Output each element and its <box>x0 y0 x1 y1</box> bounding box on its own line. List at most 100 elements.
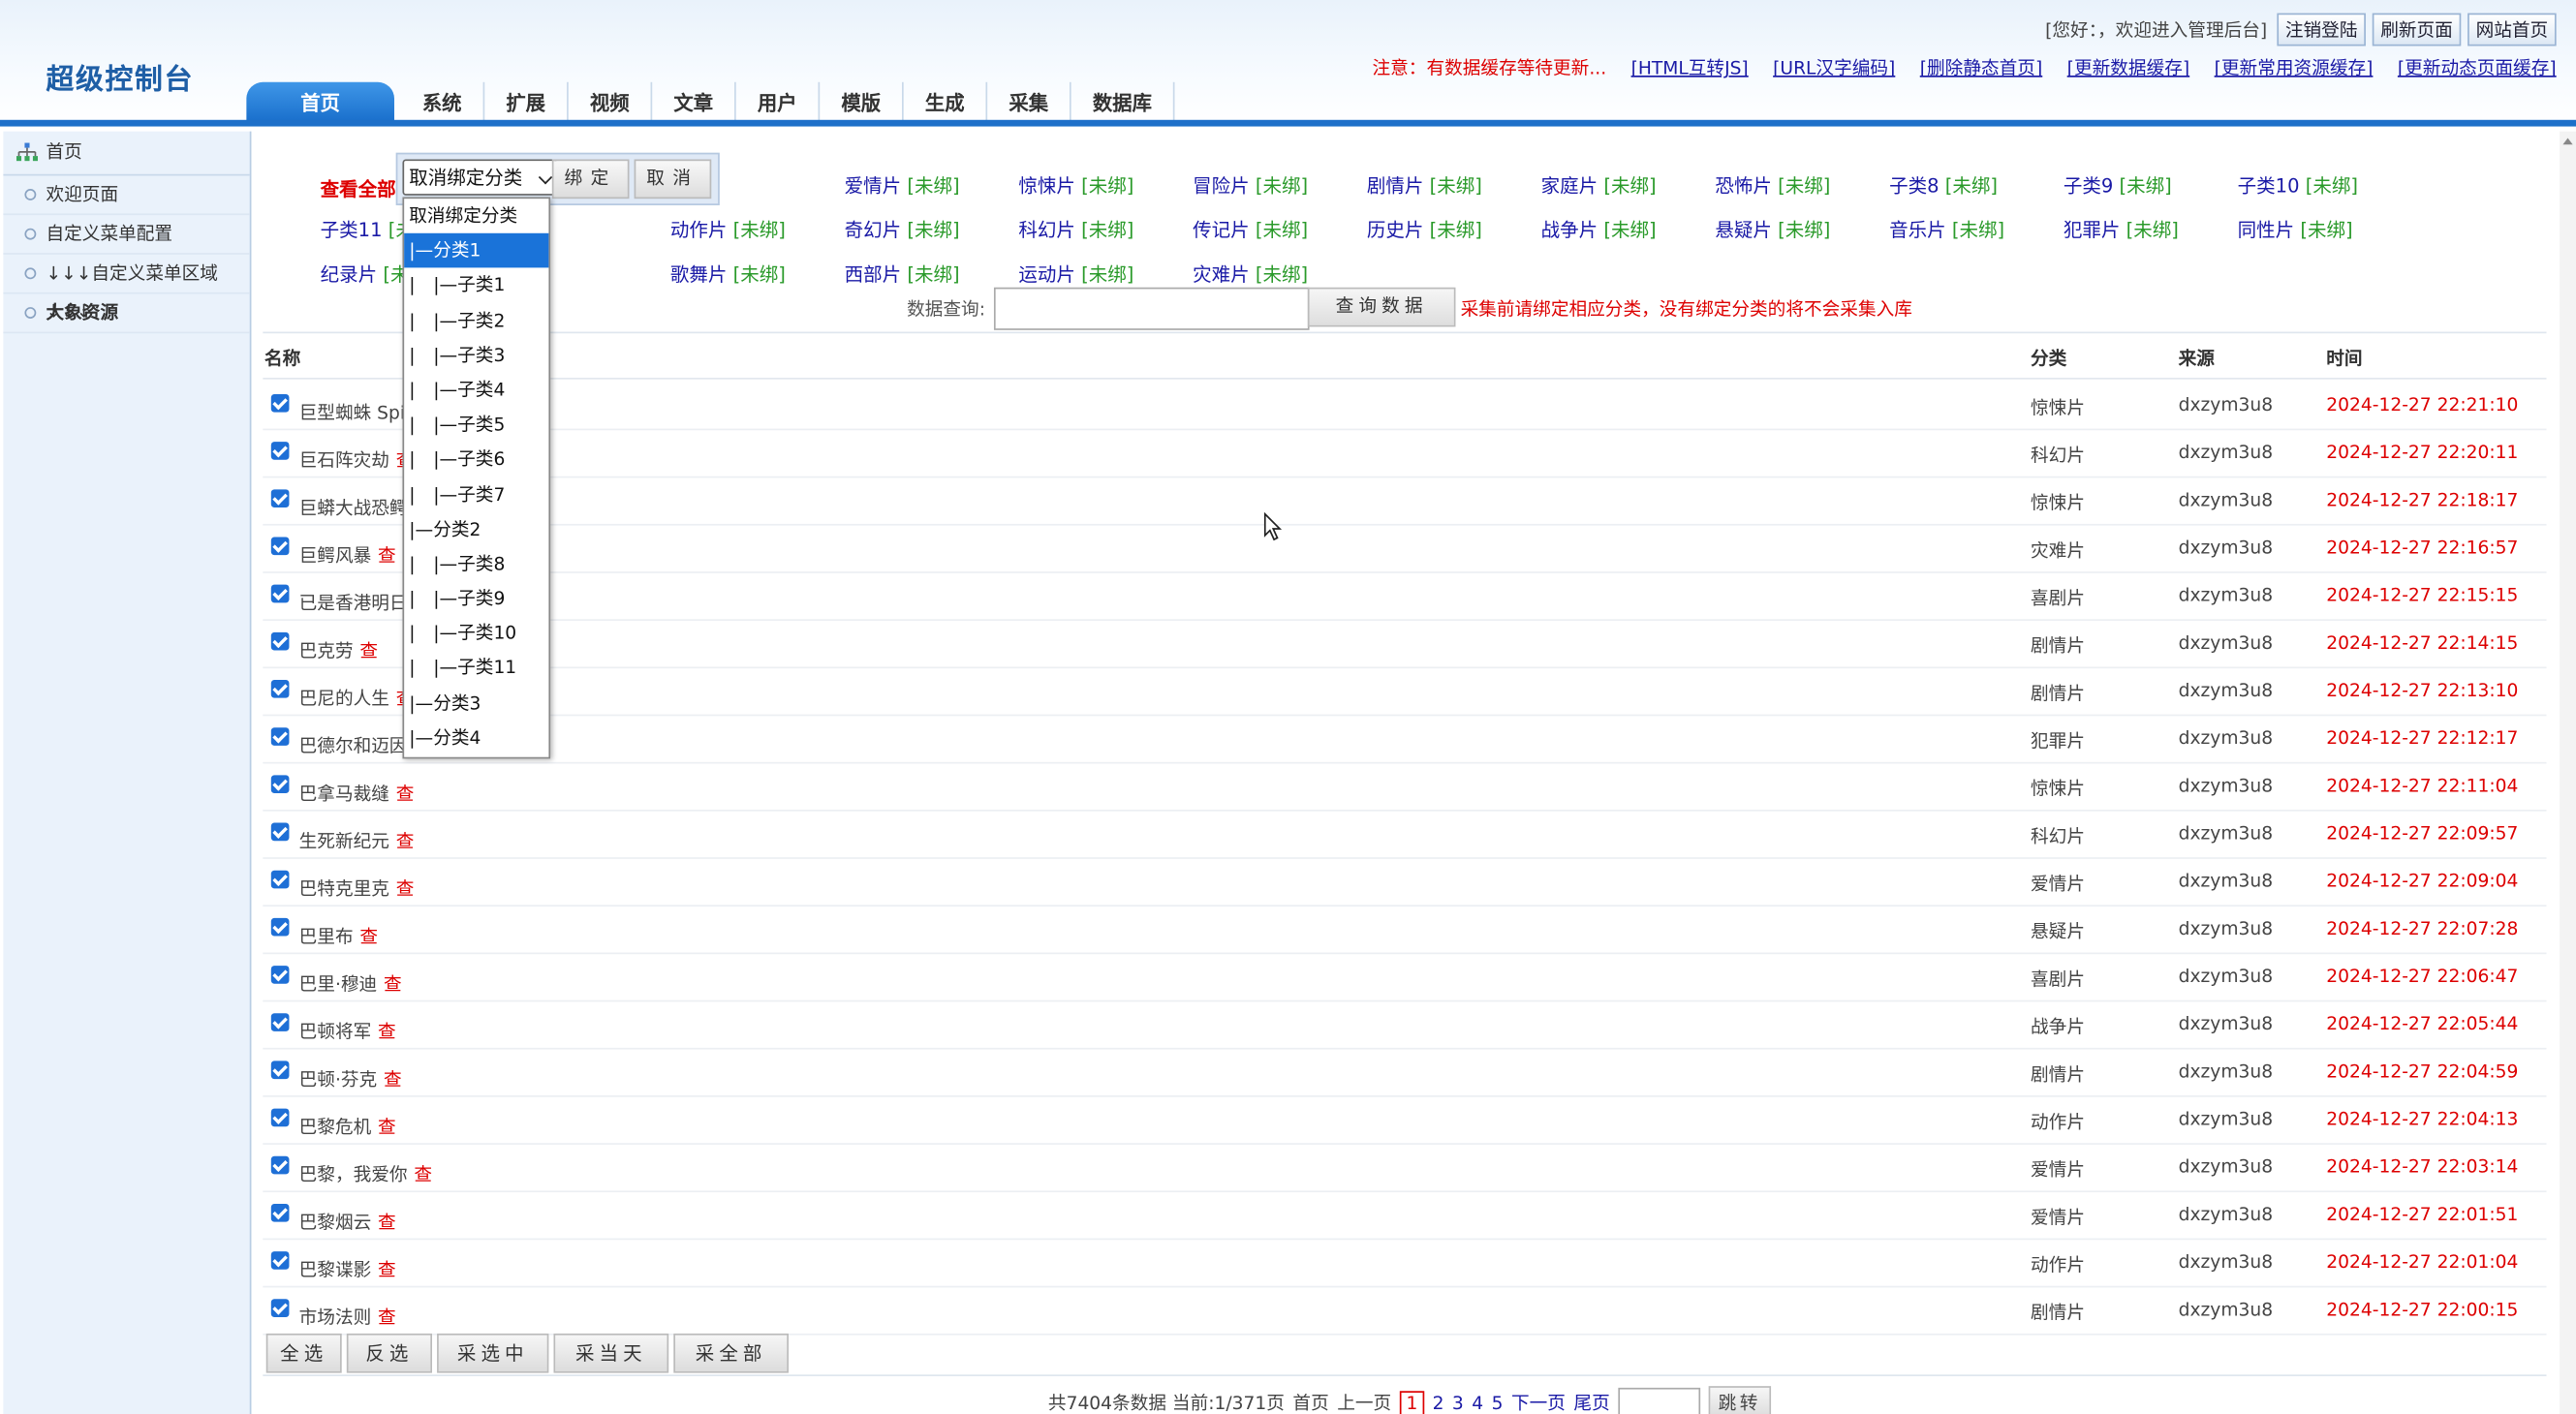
category-item[interactable]: 西部片 [未绑] <box>845 261 960 288</box>
sidebar-head[interactable]: 首页 <box>3 132 250 176</box>
sidebar-item-daxiang[interactable]: 大象资源 <box>3 294 250 334</box>
bind-option[interactable]: | |—子类1 <box>404 268 548 303</box>
category-item[interactable]: 犯罪片 [未绑] <box>2064 217 2179 243</box>
category-name[interactable]: 运动片 <box>1018 262 1075 286</box>
category-name[interactable]: 纪录片 <box>321 262 378 286</box>
tab-template[interactable]: 模版 <box>820 81 904 122</box>
category-item[interactable]: 子类9 [未绑] <box>2064 172 2172 199</box>
sidebar-item-custom-menu[interactable]: 自定义菜单配置 <box>3 215 250 255</box>
bind-option[interactable]: | |—子类3 <box>404 338 548 373</box>
category-item[interactable]: 运动片 [未绑] <box>1018 261 1133 288</box>
category-name[interactable]: 历史片 <box>1367 219 1424 242</box>
row-checkbox[interactable] <box>270 822 290 842</box>
collect-all-button[interactable]: 采全部 <box>673 1333 789 1373</box>
pager-page-1[interactable]: 1 <box>1399 1390 1425 1414</box>
category-item[interactable]: 音乐片 [未绑] <box>1889 217 2004 243</box>
bind-option[interactable]: 取消绑定分类 <box>404 199 548 233</box>
row-checkbox[interactable] <box>270 631 290 651</box>
row-checkbox[interactable] <box>270 489 290 507</box>
category-item[interactable]: 惊悚片 [未绑] <box>1018 172 1133 199</box>
collect-selected-button[interactable]: 采选中 <box>437 1333 549 1373</box>
pager-page-2[interactable]: 2 <box>1433 1392 1444 1413</box>
bind-option[interactable]: | |—子类11 <box>404 651 548 686</box>
category-name[interactable]: 西部片 <box>845 262 902 286</box>
pager-page-5[interactable]: 5 <box>1492 1392 1504 1413</box>
bind-option[interactable]: | |—子类8 <box>404 546 548 581</box>
bind-option[interactable]: |—分类1 <box>404 233 549 269</box>
refresh-button[interactable]: 刷新页面 <box>2372 13 2462 46</box>
category-name[interactable]: 犯罪片 <box>2064 219 2121 242</box>
category-name[interactable]: 剧情片 <box>1367 174 1424 198</box>
row-check-link[interactable]: 查 <box>414 1164 432 1185</box>
category-item[interactable]: 战争片 [未绑] <box>1541 217 1657 243</box>
pager-first[interactable]: 首页 <box>1292 1390 1328 1414</box>
pager-last[interactable]: 尾页 <box>1573 1390 1609 1414</box>
site-home-button[interactable]: 网站首页 <box>2467 13 2557 46</box>
row-check-link[interactable]: 查 <box>384 974 402 996</box>
category-item[interactable]: 动作片 [未绑] <box>670 217 786 243</box>
category-item[interactable]: 剧情片 [未绑] <box>1367 172 1482 199</box>
row-checkbox[interactable] <box>270 584 290 603</box>
category-name[interactable]: 科幻片 <box>1018 219 1075 242</box>
bind-option[interactable]: |—分类3 <box>404 686 548 721</box>
bind-button[interactable]: 绑定 <box>551 159 630 200</box>
bind-option[interactable]: | |—子类5 <box>404 408 548 443</box>
category-name[interactable]: 冒险片 <box>1193 174 1250 198</box>
bind-option[interactable]: | |—子类10 <box>404 616 548 651</box>
sidebar-item-welcome[interactable]: 欢迎页面 <box>3 175 250 216</box>
category-name[interactable]: 子类11 <box>321 219 383 242</box>
row-checkbox[interactable] <box>270 537 290 556</box>
category-name[interactable]: 战争片 <box>1541 219 1598 242</box>
category-item[interactable]: 冒险片 [未绑] <box>1193 172 1308 199</box>
row-checkbox[interactable] <box>270 727 290 746</box>
row-checkbox[interactable] <box>270 393 290 413</box>
category-name[interactable]: 奇幻片 <box>845 219 902 242</box>
bind-option[interactable]: | |—子类7 <box>404 477 548 512</box>
row-check-link[interactable]: 查 <box>359 926 378 947</box>
row-check-link[interactable]: 查 <box>378 545 396 567</box>
category-item[interactable]: 传记片 [未绑] <box>1193 217 1308 243</box>
category-name[interactable]: 恐怖片 <box>1715 174 1772 198</box>
url-encode-link[interactable]: [URL汉字编码] <box>1773 54 1895 80</box>
row-checkbox[interactable] <box>270 680 290 698</box>
category-name[interactable]: 同性片 <box>2238 219 2295 242</box>
update-common-cache-link[interactable]: [更新常用资源缓存] <box>2215 54 2374 80</box>
query-button[interactable]: 查询数据 <box>1307 287 1456 327</box>
category-name[interactable]: 惊悚片 <box>1018 174 1075 198</box>
category-item[interactable]: 奇幻片 [未绑] <box>845 217 960 243</box>
bind-category-select[interactable]: 取消绑定分类 <box>402 159 557 196</box>
category-item[interactable]: 同性片 [未绑] <box>2238 217 2353 243</box>
category-item[interactable]: 灾难片 [未绑] <box>1193 261 1308 288</box>
row-check-link[interactable]: 查 <box>378 1022 396 1043</box>
category-name[interactable]: 悬疑片 <box>1715 219 1772 242</box>
row-checkbox[interactable] <box>270 1013 290 1031</box>
bind-option[interactable]: |—分类2 <box>404 512 548 547</box>
category-name[interactable]: 子类9 <box>2064 174 2113 198</box>
delete-static-link[interactable]: [删除静态首页] <box>1920 54 2042 80</box>
pager-page-4[interactable]: 4 <box>1472 1392 1483 1413</box>
tab-home[interactable]: 首页 <box>246 81 394 122</box>
category-name[interactable]: 灾难片 <box>1193 262 1250 286</box>
logout-button[interactable]: 注销登陆 <box>2277 13 2366 46</box>
pager-prev[interactable]: 上一页 <box>1337 1390 1391 1414</box>
bind-option[interactable]: | |—子类9 <box>404 581 548 616</box>
row-checkbox[interactable] <box>270 870 290 889</box>
category-item[interactable]: 历史片 [未绑] <box>1367 217 1482 243</box>
category-item[interactable]: 爱情片 [未绑] <box>845 172 960 199</box>
row-check-link[interactable]: 查 <box>384 1069 402 1091</box>
category-item[interactable]: 科幻片 [未绑] <box>1018 217 1133 243</box>
category-name[interactable]: 爱情片 <box>845 174 902 198</box>
collect-today-button[interactable]: 采当天 <box>553 1333 669 1373</box>
row-check-link[interactable]: 查 <box>378 1307 396 1329</box>
category-item[interactable]: 子类8 [未绑] <box>1889 172 1998 199</box>
row-checkbox[interactable] <box>270 1155 290 1175</box>
tab-video[interactable]: 视频 <box>569 81 653 122</box>
category-name[interactable]: 子类8 <box>1889 174 1939 198</box>
invert-select-button[interactable]: 反选 <box>346 1333 432 1373</box>
category-name[interactable]: 子类10 <box>2238 174 2300 198</box>
pager-next[interactable]: 下一页 <box>1511 1390 1566 1414</box>
bind-option[interactable]: |—分类4 <box>404 721 548 755</box>
pager-jump-input[interactable] <box>1618 1387 1700 1414</box>
pager-jump-button[interactable]: 跳转 <box>1708 1386 1771 1414</box>
row-check-link[interactable]: 查 <box>396 878 415 900</box>
